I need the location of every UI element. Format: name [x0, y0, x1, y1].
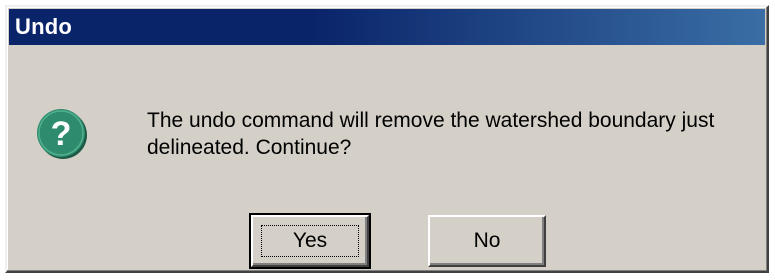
message-line-1: The undo command will remove the watersh… [147, 109, 715, 132]
yes-button-label: Yes [292, 229, 328, 252]
no-button[interactable]: No [428, 215, 546, 267]
svg-text:?: ? [51, 115, 72, 153]
title-bar[interactable]: Undo [9, 9, 765, 45]
undo-dialog: Undo ? The undo command will remove the … [5, 5, 769, 273]
window-title: Undo [15, 14, 73, 39]
question-icon: ? [37, 109, 87, 159]
dialog-message: The undo command will remove the watersh… [147, 107, 747, 161]
no-button-label: No [473, 229, 501, 252]
message-line-2: delineated. Continue? [147, 136, 352, 159]
yes-button[interactable]: Yes [249, 213, 371, 269]
